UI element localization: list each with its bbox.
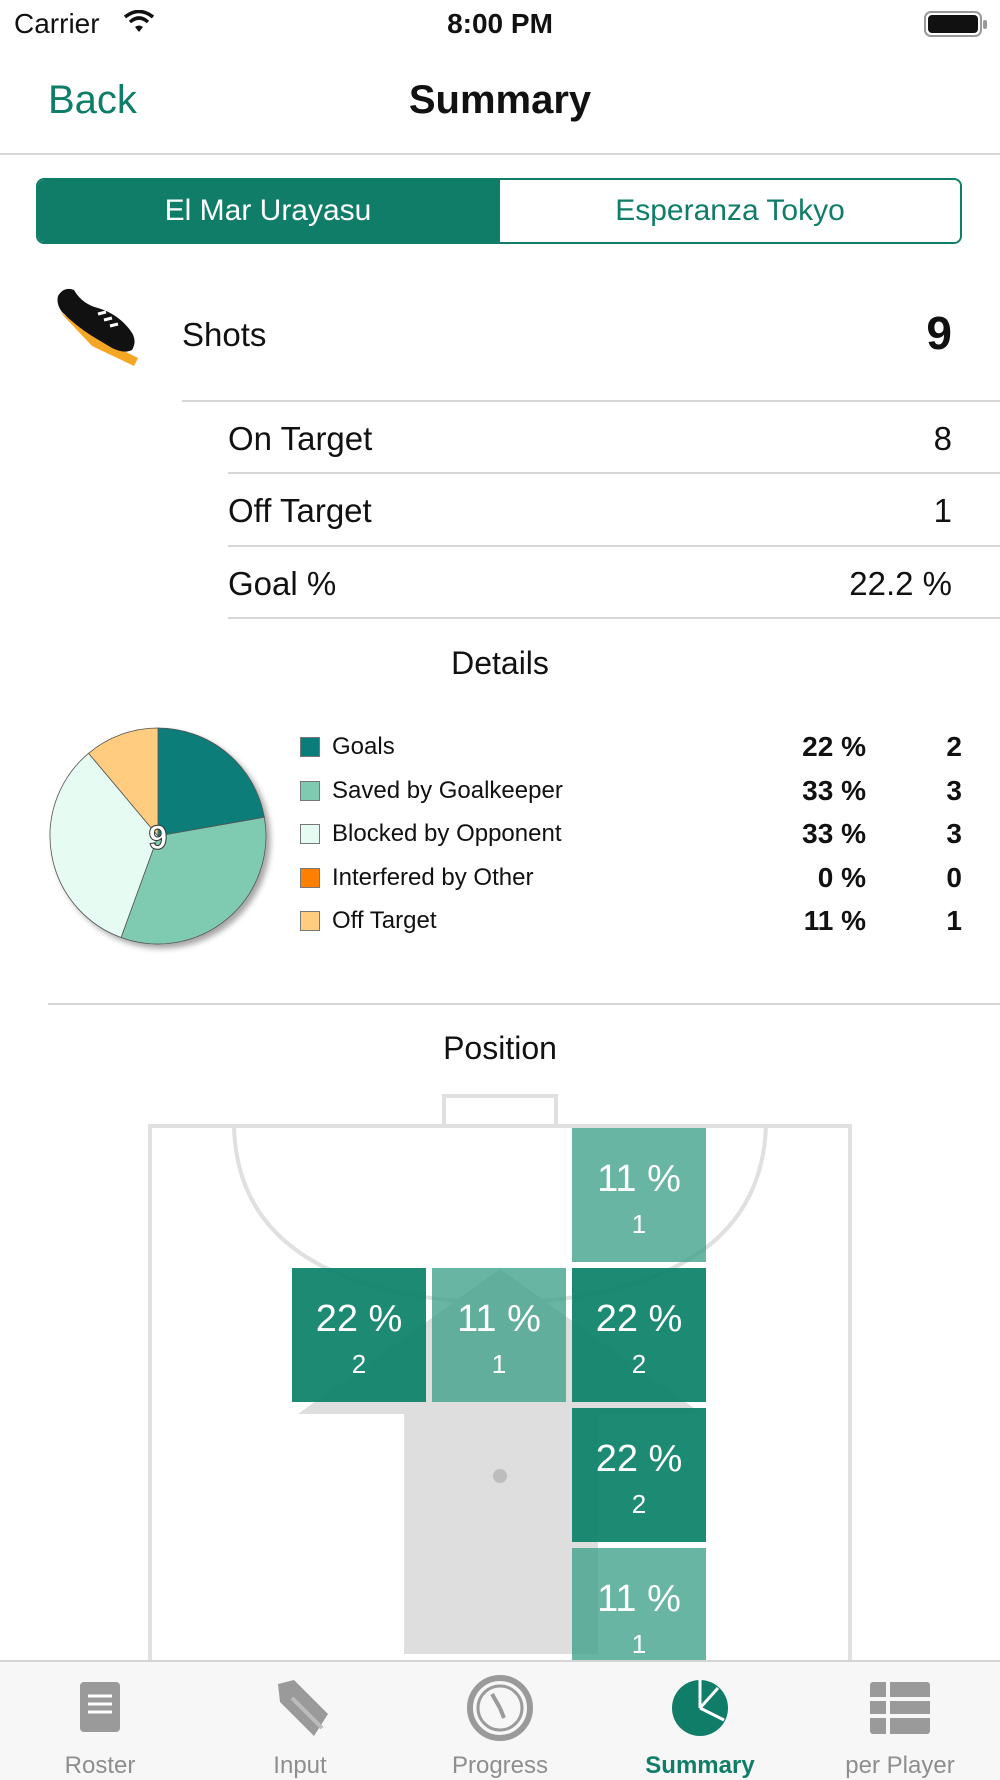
- goal-pct-label: Goal %: [228, 565, 337, 602]
- roster-icon: [80, 1682, 120, 1732]
- shots-pie-chart: 9: [49, 727, 267, 945]
- divider: [182, 400, 1000, 402]
- legend-pct: 0 %: [817, 861, 866, 893]
- legend-pct: 33 %: [802, 818, 866, 849]
- cell-count: 1: [491, 1349, 507, 1379]
- cell-count: 2: [631, 1349, 647, 1379]
- legend-count: 0: [946, 861, 962, 893]
- legend-swatch: [300, 911, 320, 931]
- cell-pct: 22 %: [315, 1298, 403, 1340]
- details-title: Details: [451, 645, 549, 681]
- position-cell: 22 % 2: [572, 1268, 706, 1402]
- divider: [228, 617, 1000, 619]
- cell-pct: 22 %: [595, 1298, 683, 1340]
- legend-row: Saved by Goalkeeper 33 % 3: [300, 771, 970, 811]
- shots-label: Shots: [182, 316, 267, 353]
- cell-count: 1: [631, 1629, 647, 1659]
- team-segmented-control[interactable]: El Mar Urayasu Esperanza Tokyo: [36, 178, 962, 244]
- tab-label: per Player: [845, 1752, 955, 1779]
- tab-label: Roster: [64, 1752, 136, 1779]
- tab-label: Summary: [645, 1752, 755, 1779]
- legend-swatch: [300, 824, 320, 844]
- cell-count: 2: [351, 1349, 367, 1379]
- segment-away-team[interactable]: Esperanza Tokyo: [498, 180, 960, 242]
- tab-per-player[interactable]: per Player: [800, 1662, 1000, 1780]
- legend-row: Blocked by Opponent 33 % 3: [300, 814, 970, 854]
- legend-row: Off Target 11 % 1: [300, 901, 970, 941]
- legend-count: 3: [946, 774, 962, 806]
- position-cell: 11 % 1: [572, 1128, 706, 1262]
- legend-label: Interfered by Other: [332, 863, 534, 891]
- tab-label: Progress: [451, 1752, 549, 1779]
- shoe-icon: [57, 288, 138, 366]
- position-title: Position: [443, 1030, 557, 1066]
- legend-label: Goals: [332, 733, 395, 760]
- tab-summary[interactable]: Summary: [600, 1662, 800, 1780]
- status-time: 8:00 PM: [447, 8, 553, 39]
- legend-count: 3: [946, 818, 962, 849]
- tab-label: Input: [273, 1752, 327, 1779]
- cell-pct: 11 %: [457, 1298, 541, 1340]
- legend-pct: 22 %: [802, 731, 866, 762]
- tab-input[interactable]: Input: [200, 1662, 400, 1780]
- legend-swatch: [300, 780, 320, 801]
- segment-home-team[interactable]: El Mar Urayasu: [38, 180, 498, 242]
- pie-icon: [672, 1680, 728, 1736]
- cell-count: 2: [631, 1489, 647, 1519]
- court-diagram: 11 % 1 22 % 2 11 % 1 22 % 2 22 % 2 11 % …: [148, 1094, 852, 1660]
- battery-icon: [924, 11, 987, 37]
- legend-swatch: [300, 867, 320, 888]
- on-target-value: 8: [933, 420, 952, 457]
- off-target-label: Off Target: [228, 492, 372, 529]
- pen-icon: [278, 1680, 328, 1736]
- page-title: Summary: [408, 78, 592, 122]
- tab-bar: Roster Input Progress Summary per Player: [0, 1660, 1000, 1780]
- cell-pct: 11 %: [597, 1578, 681, 1620]
- cell-pct: 11 %: [597, 1158, 681, 1200]
- divider: [228, 472, 1000, 474]
- legend-count: 1: [946, 905, 962, 936]
- divider: [228, 545, 1000, 547]
- legend-swatch: [300, 737, 320, 757]
- position-cell: 11 % 1: [572, 1548, 706, 1660]
- shots-total: 9: [926, 307, 952, 359]
- legend-pct: 11 %: [803, 905, 866, 936]
- tab-progress[interactable]: Progress: [400, 1662, 600, 1780]
- nav-divider: [0, 153, 1000, 155]
- legend-count: 2: [946, 731, 962, 762]
- clock-icon: [467, 1675, 533, 1741]
- position-cell: 11 % 1: [432, 1268, 566, 1402]
- goal-pct-value: 22.2 %: [849, 565, 952, 602]
- position-cell: 22 % 2: [572, 1408, 706, 1542]
- off-target-value: 1: [933, 492, 952, 529]
- legend-label: Off Target: [332, 907, 437, 934]
- tab-roster[interactable]: Roster: [0, 1662, 200, 1780]
- on-target-label: On Target: [228, 420, 373, 457]
- cell-pct: 22 %: [595, 1438, 683, 1480]
- legend-row: Goals 22 % 2: [300, 727, 970, 767]
- status-bar: Carrier 8:00 PM: [0, 0, 1000, 50]
- legend-label: Blocked by Opponent: [332, 820, 562, 847]
- list-icon: [870, 1682, 930, 1734]
- cell-count: 1: [631, 1209, 647, 1239]
- legend-label: Saved by Goalkeeper: [332, 776, 563, 804]
- pie-center-label: 9: [149, 819, 168, 857]
- legend-pct: 33 %: [802, 774, 866, 806]
- divider: [48, 1003, 1000, 1005]
- legend-row: Interfered by Other 0 % 0: [300, 858, 970, 898]
- position-cell: 22 % 2: [292, 1268, 426, 1402]
